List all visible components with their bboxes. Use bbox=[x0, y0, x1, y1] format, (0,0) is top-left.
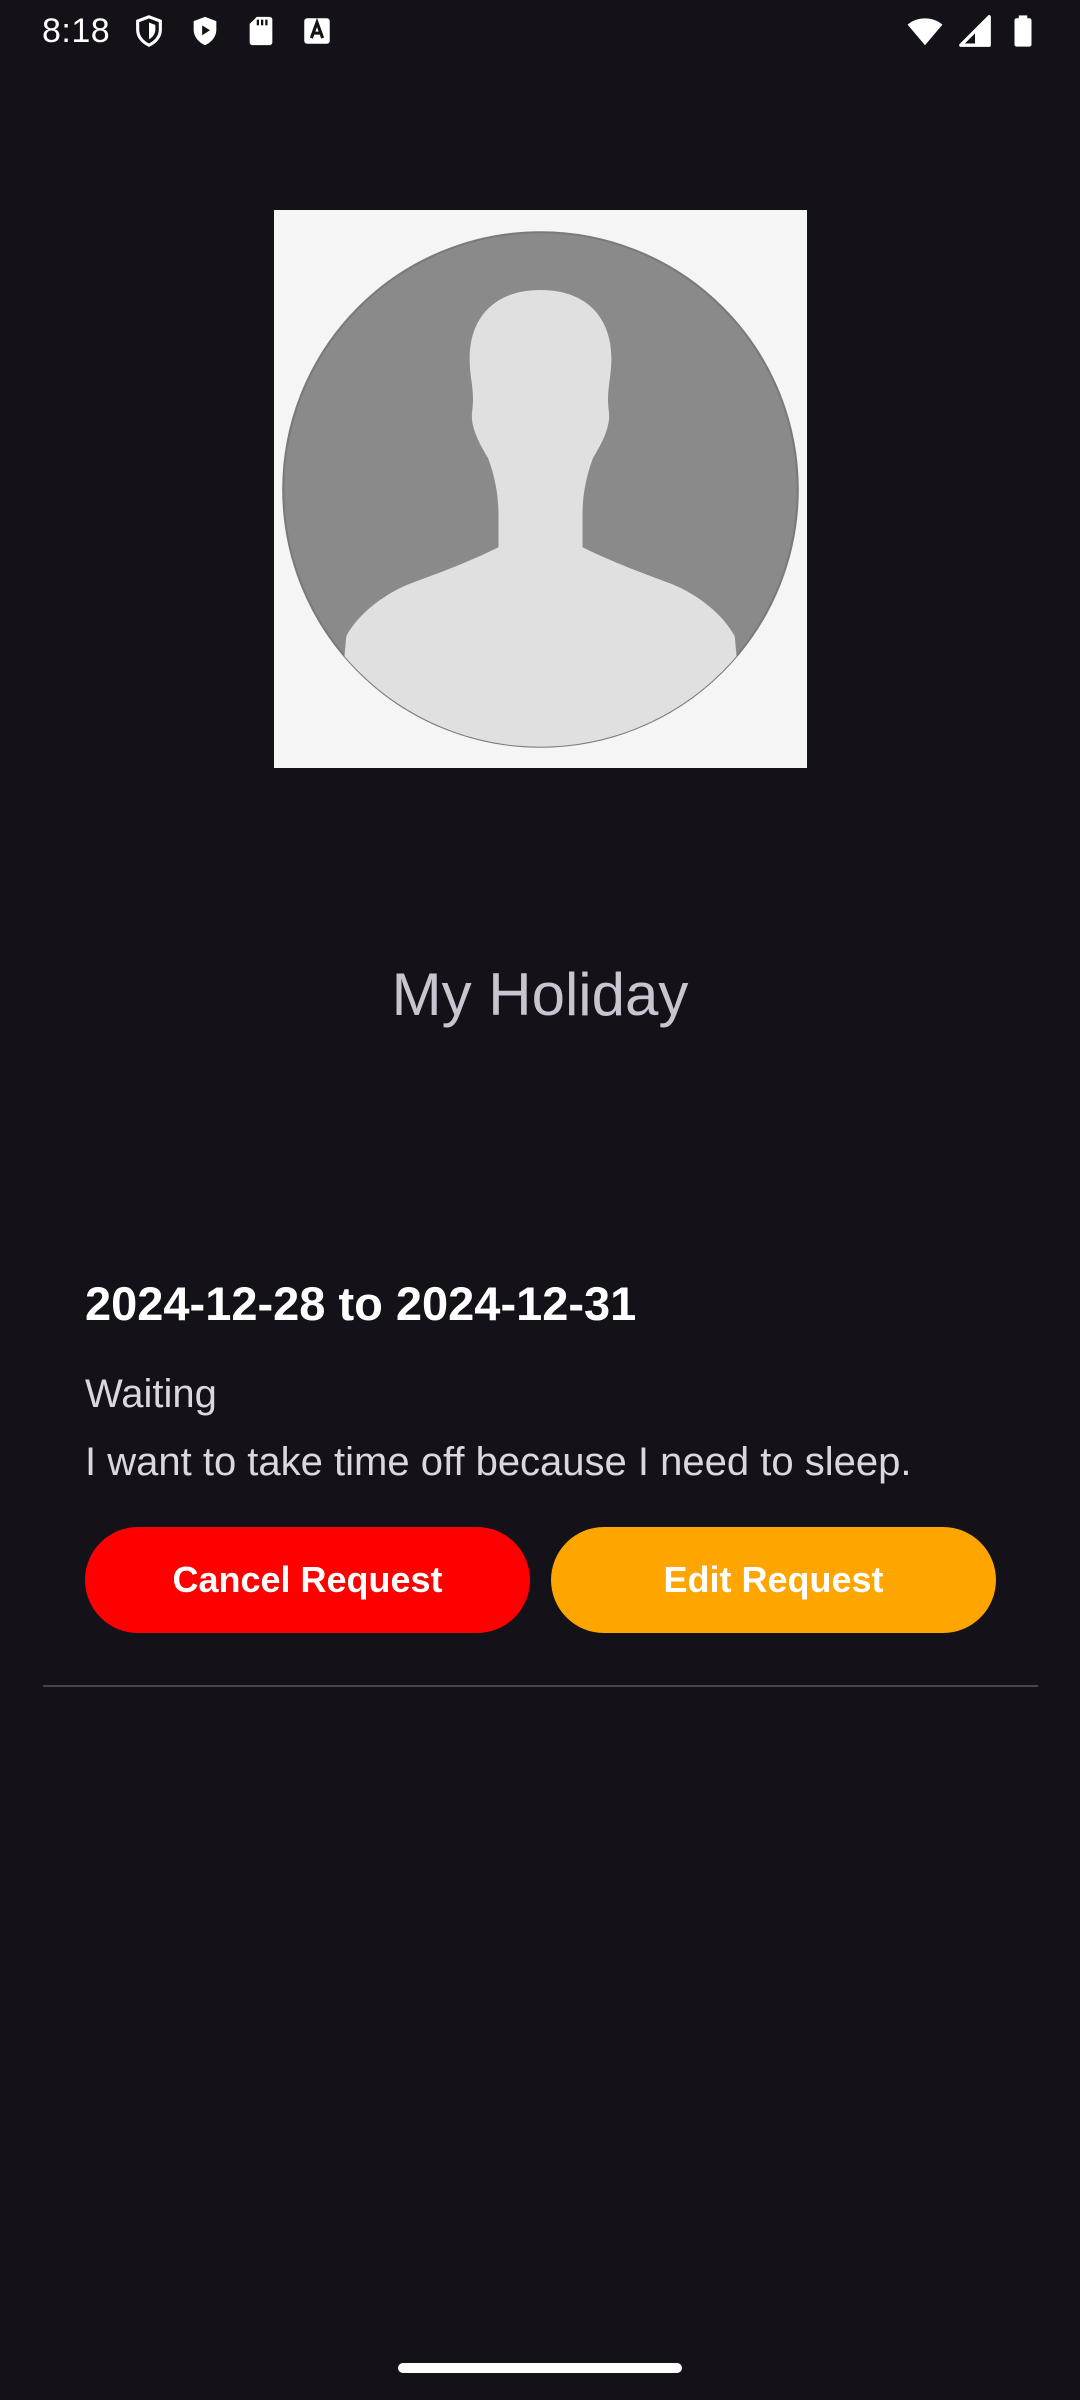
play-protect-icon bbox=[193, 16, 217, 46]
notification-icons bbox=[132, 14, 334, 48]
profile-avatar bbox=[274, 210, 807, 768]
battery-icon bbox=[1014, 15, 1032, 47]
status-left: 8:18 bbox=[42, 12, 334, 51]
signal-icon bbox=[959, 15, 991, 47]
cancel-request-button[interactable]: Cancel Request bbox=[85, 1527, 530, 1633]
request-reason: I want to take time off because I need t… bbox=[85, 1440, 912, 1484]
status-time: 8:18 bbox=[42, 11, 111, 50]
keyboard-a-icon bbox=[304, 17, 330, 44]
system-icons bbox=[906, 12, 1040, 50]
home-gesture-bar[interactable] bbox=[398, 2363, 682, 2373]
wifi-icon bbox=[907, 18, 943, 46]
page-title: My Holiday bbox=[391, 961, 689, 1028]
request-dates: 2024-12-28 to 2024-12-31 bbox=[85, 1277, 637, 1330]
screen: 8:18 My Holiday 2024-12-28 to 2024-12-31… bbox=[0, 0, 1080, 2400]
request-status: Waiting bbox=[85, 1372, 217, 1416]
default-avatar-icon bbox=[282, 230, 799, 748]
divider bbox=[43, 1685, 1038, 1687]
shield-icon bbox=[136, 15, 163, 47]
status-bar: 8:18 bbox=[0, 0, 1080, 62]
edit-request-button[interactable]: Edit Request bbox=[551, 1527, 996, 1633]
sd-card-icon bbox=[249, 16, 273, 46]
